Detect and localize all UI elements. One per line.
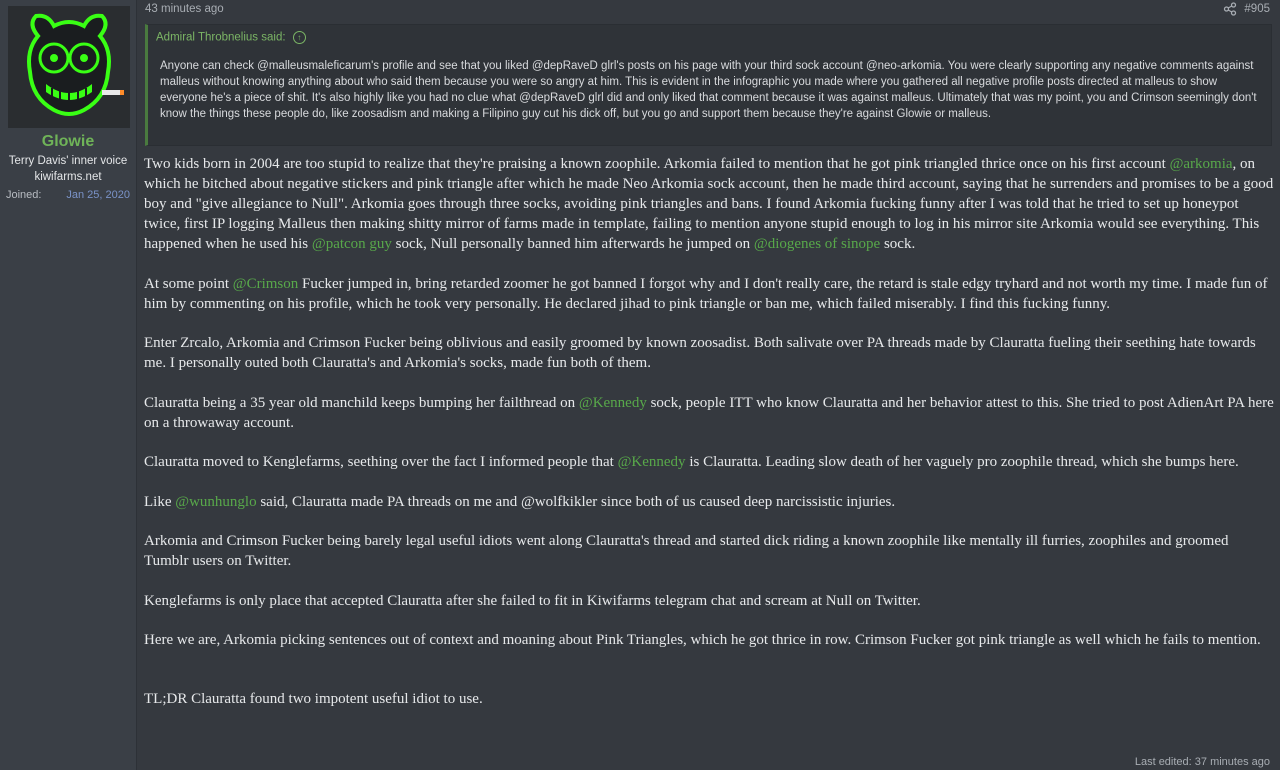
joined-label: Joined: [6, 189, 42, 201]
post-text: At some point [144, 275, 233, 292]
post-paragraph: Kenglefarms is only place that accepted … [144, 591, 1274, 611]
post-number[interactable]: #905 [1244, 3, 1270, 15]
share-icon[interactable] [1223, 2, 1237, 16]
last-edited: Last edited: 37 minutes ago [1134, 756, 1270, 768]
post-text: Arkomia and Crimson Fucker being barely … [144, 533, 1229, 569]
user-mention-link[interactable]: @diogenes of sinope [754, 236, 880, 252]
post-paragraph: Clauratta moved to Kenglefarms, seething… [144, 452, 1274, 472]
post-paragraph: Two kids born in 2004 are too stupid to … [144, 154, 1274, 254]
post-paragraph: At some point @Crimson Fucker jumped in,… [144, 274, 1274, 314]
post-text: Clauratta being a 35 year old manchild k… [144, 394, 579, 411]
post-body: Two kids born in 2004 are too stupid to … [144, 154, 1274, 728]
post-text: Two kids born in 2004 are too stupid to … [144, 156, 1170, 172]
user-mention-link[interactable]: @Kennedy [579, 395, 647, 411]
joined-date: Jan 25, 2020 [66, 189, 130, 201]
post-text: Enter Zrcalo, Arkomia and Crimson Fucker… [144, 335, 1256, 371]
post-timestamp[interactable]: 43 minutes ago [145, 3, 224, 15]
user-site: kiwifarms.net [34, 171, 102, 183]
post-paragraph: Enter Zrcalo, Arkomia and Crimson Fucker… [144, 333, 1274, 373]
user-mention-link[interactable]: @patcon guy [312, 236, 392, 252]
user-mention-link[interactable]: @arkomia [1170, 156, 1233, 172]
post-text: TL;DR Clauratta found two impotent usefu… [144, 690, 483, 707]
quote-header[interactable]: Admiral Throbnelius said: ↑ [156, 31, 306, 44]
post-text: said, Clauratta made PA threads on me an… [256, 493, 896, 510]
user-sidebar: Glowie Terry Davis' inner voice kiwifarm… [0, 0, 137, 770]
post-text: sock. [880, 236, 916, 252]
post-text: Clauratta moved to Kenglefarms, seething… [144, 454, 618, 470]
avatar-image [8, 6, 130, 128]
post-paragraph: TL;DR Clauratta found two impotent usefu… [144, 689, 1274, 709]
post-text: Like [144, 493, 176, 510]
post-text: Kenglefarms is only place that accepted … [144, 592, 921, 609]
user-mention-link[interactable]: @Kennedy [618, 454, 686, 470]
post-text: sock, Null personally banned him afterwa… [391, 236, 754, 252]
username[interactable]: Glowie [0, 133, 136, 151]
post-text: Fucker jumped in, bring retarded zoomer … [144, 275, 1268, 312]
avatar[interactable] [8, 6, 130, 128]
post-paragraph: Clauratta being a 35 year old manchild k… [144, 393, 1274, 433]
post-paragraph: Here we are, Arkomia picking sentences o… [144, 630, 1274, 650]
post-text: is Clauratta. Leading slow death of her … [685, 454, 1239, 470]
quote-body: Anyone can check @malleusmaleficarum's p… [160, 60, 1257, 120]
quote-author[interactable]: Admiral Throbnelius said: [156, 32, 286, 44]
user-mention-link[interactable]: @Crimson [233, 276, 299, 292]
arrow-up-circle-icon[interactable]: ↑ [292, 31, 306, 44]
quote-block: Admiral Throbnelius said: ↑ Anyone can c… [145, 24, 1272, 146]
user-title: Terry Davis' inner voice [8, 155, 128, 167]
post-text: Here we are, Arkomia picking sentences o… [144, 632, 1261, 648]
user-mention-link[interactable]: @wunhunglo [175, 494, 256, 510]
post-paragraph: Like @wunhunglo said, Clauratta made PA … [144, 492, 1274, 512]
post-paragraph: Arkomia and Crimson Fucker being barely … [144, 531, 1274, 571]
post-main: 43 minutes ago #905 Admiral Throbnelius … [137, 0, 1280, 770]
